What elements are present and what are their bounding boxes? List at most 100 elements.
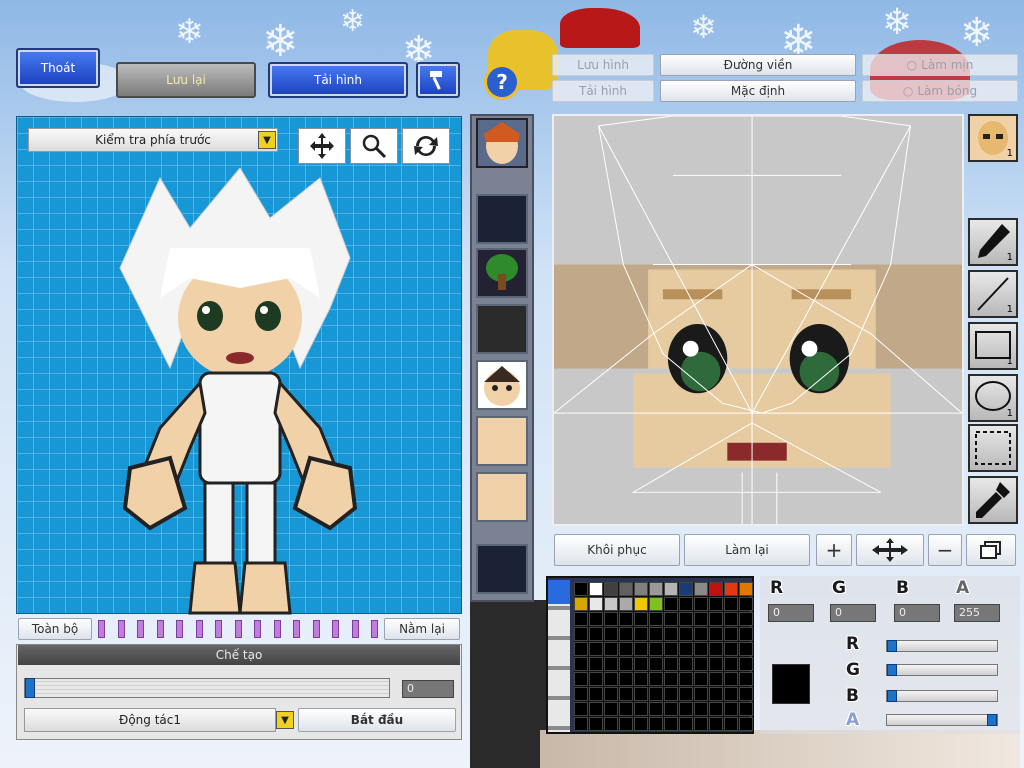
palette-swatch[interactable]: [679, 657, 693, 671]
palette-grid[interactable]: [574, 582, 753, 731]
palette-swatch[interactable]: [739, 582, 753, 596]
frame-marker[interactable]: [137, 620, 144, 638]
palette-swatch[interactable]: [724, 612, 738, 626]
palette-swatch[interactable]: [694, 627, 708, 641]
palette-swatch[interactable]: [589, 612, 603, 626]
palette-swatch[interactable]: [694, 642, 708, 656]
exit-button[interactable]: Thoát: [16, 48, 100, 88]
default-button[interactable]: Mặc định: [660, 80, 856, 102]
eyedropper-tool[interactable]: [968, 476, 1018, 524]
b-value[interactable]: 0: [894, 604, 940, 622]
palette-swatch[interactable]: [649, 627, 663, 641]
palette-swatch[interactable]: [679, 717, 693, 731]
palette-swatch[interactable]: [574, 687, 588, 701]
palette-swatch[interactable]: [739, 627, 753, 641]
palette-swatch[interactable]: [739, 687, 753, 701]
save-button[interactable]: Lưu lại: [116, 62, 256, 98]
palette-swatch[interactable]: [619, 672, 633, 686]
rotate-button[interactable]: [402, 128, 450, 164]
palette-swatch[interactable]: [694, 657, 708, 671]
palette-swatch[interactable]: [619, 717, 633, 731]
palette-swatch[interactable]: [589, 582, 603, 596]
action-select[interactable]: Động tác1: [24, 708, 276, 732]
palette-tab-active[interactable]: [548, 580, 570, 604]
window-button[interactable]: [966, 534, 1016, 566]
part-thumb-head[interactable]: [476, 360, 528, 410]
part-thumb-empty[interactable]: [476, 544, 528, 594]
load-image-button[interactable]: Tải hình: [268, 62, 408, 98]
palette-swatch[interactable]: [724, 657, 738, 671]
palette-swatch[interactable]: [739, 717, 753, 731]
palette-swatch[interactable]: [619, 597, 633, 611]
frame-marker[interactable]: [351, 620, 359, 638]
palette-swatch[interactable]: [709, 717, 723, 731]
palette-swatch[interactable]: [604, 702, 618, 716]
b-slider[interactable]: [886, 690, 998, 702]
chevron-down-icon[interactable]: ▼: [258, 131, 276, 149]
ellipse-tool[interactable]: 1: [968, 374, 1018, 422]
palette-swatch[interactable]: [664, 672, 678, 686]
palette-swatch[interactable]: [574, 642, 588, 656]
palette-swatch[interactable]: [694, 597, 708, 611]
palette-swatch[interactable]: [604, 597, 618, 611]
palette-swatch[interactable]: [739, 642, 753, 656]
select-tool[interactable]: [968, 424, 1018, 472]
palette-swatch[interactable]: [634, 642, 648, 656]
pen-tool[interactable]: 1: [968, 218, 1018, 266]
palette-swatch[interactable]: [634, 582, 648, 596]
palette-swatch[interactable]: [694, 582, 708, 596]
palette-swatch[interactable]: [664, 642, 678, 656]
palette-swatch[interactable]: [604, 657, 618, 671]
palette-swatch[interactable]: [694, 612, 708, 626]
palette-swatch[interactable]: [724, 627, 738, 641]
start-button[interactable]: Bắt đầu: [298, 708, 456, 732]
palette-swatch[interactable]: [664, 627, 678, 641]
create-slider-knob[interactable]: [25, 678, 35, 698]
palette-swatch[interactable]: [574, 702, 588, 716]
palette-swatch[interactable]: [574, 657, 588, 671]
palette-swatch[interactable]: [589, 657, 603, 671]
palette-swatch[interactable]: [694, 702, 708, 716]
palette-swatch[interactable]: [589, 597, 603, 611]
g-value[interactable]: 0: [830, 604, 876, 622]
palette-swatch[interactable]: [679, 582, 693, 596]
palette-swatch[interactable]: [694, 687, 708, 701]
palette-swatch[interactable]: [664, 657, 678, 671]
palette-swatch[interactable]: [574, 582, 588, 596]
palette-swatch[interactable]: [664, 702, 678, 716]
g-slider[interactable]: [886, 664, 998, 676]
shine-option[interactable]: ○ Làm bóng: [862, 80, 1018, 102]
palette-swatch[interactable]: [649, 687, 663, 701]
palette-swatch[interactable]: [679, 612, 693, 626]
frame-marker[interactable]: [215, 620, 222, 638]
palette-swatch[interactable]: [739, 612, 753, 626]
palette-swatch[interactable]: [649, 582, 663, 596]
hammer-button[interactable]: [416, 62, 460, 98]
part-thumb-back[interactable]: [476, 472, 528, 522]
palette-swatch[interactable]: [664, 597, 678, 611]
palette-swatch[interactable]: [634, 612, 648, 626]
palette-swatch[interactable]: [634, 657, 648, 671]
palette-swatch[interactable]: [634, 597, 648, 611]
move-button[interactable]: [298, 128, 346, 164]
palette-swatch[interactable]: [649, 642, 663, 656]
palette-swatch[interactable]: [589, 717, 603, 731]
palette-swatch[interactable]: [634, 717, 648, 731]
palette-swatch[interactable]: [679, 702, 693, 716]
line-tool[interactable]: 1: [968, 270, 1018, 318]
palette-swatch[interactable]: [679, 597, 693, 611]
palette-swatch[interactable]: [604, 612, 618, 626]
outline-button[interactable]: Đường viền: [660, 54, 856, 76]
face-layer-button[interactable]: 1: [968, 114, 1018, 162]
palette-swatch[interactable]: [574, 612, 588, 626]
r-value[interactable]: 0: [768, 604, 814, 622]
redo-button[interactable]: Làm lại: [684, 534, 810, 566]
load-texture-button[interactable]: Tải hình: [552, 80, 654, 102]
zoom-in-button[interactable]: +: [816, 534, 852, 566]
character-model[interactable]: [100, 168, 380, 618]
palette-swatch[interactable]: [739, 597, 753, 611]
palette-swatch[interactable]: [589, 687, 603, 701]
a-slider-knob[interactable]: [987, 714, 997, 726]
palette-swatch[interactable]: [724, 672, 738, 686]
texture-canvas[interactable]: [552, 114, 964, 526]
